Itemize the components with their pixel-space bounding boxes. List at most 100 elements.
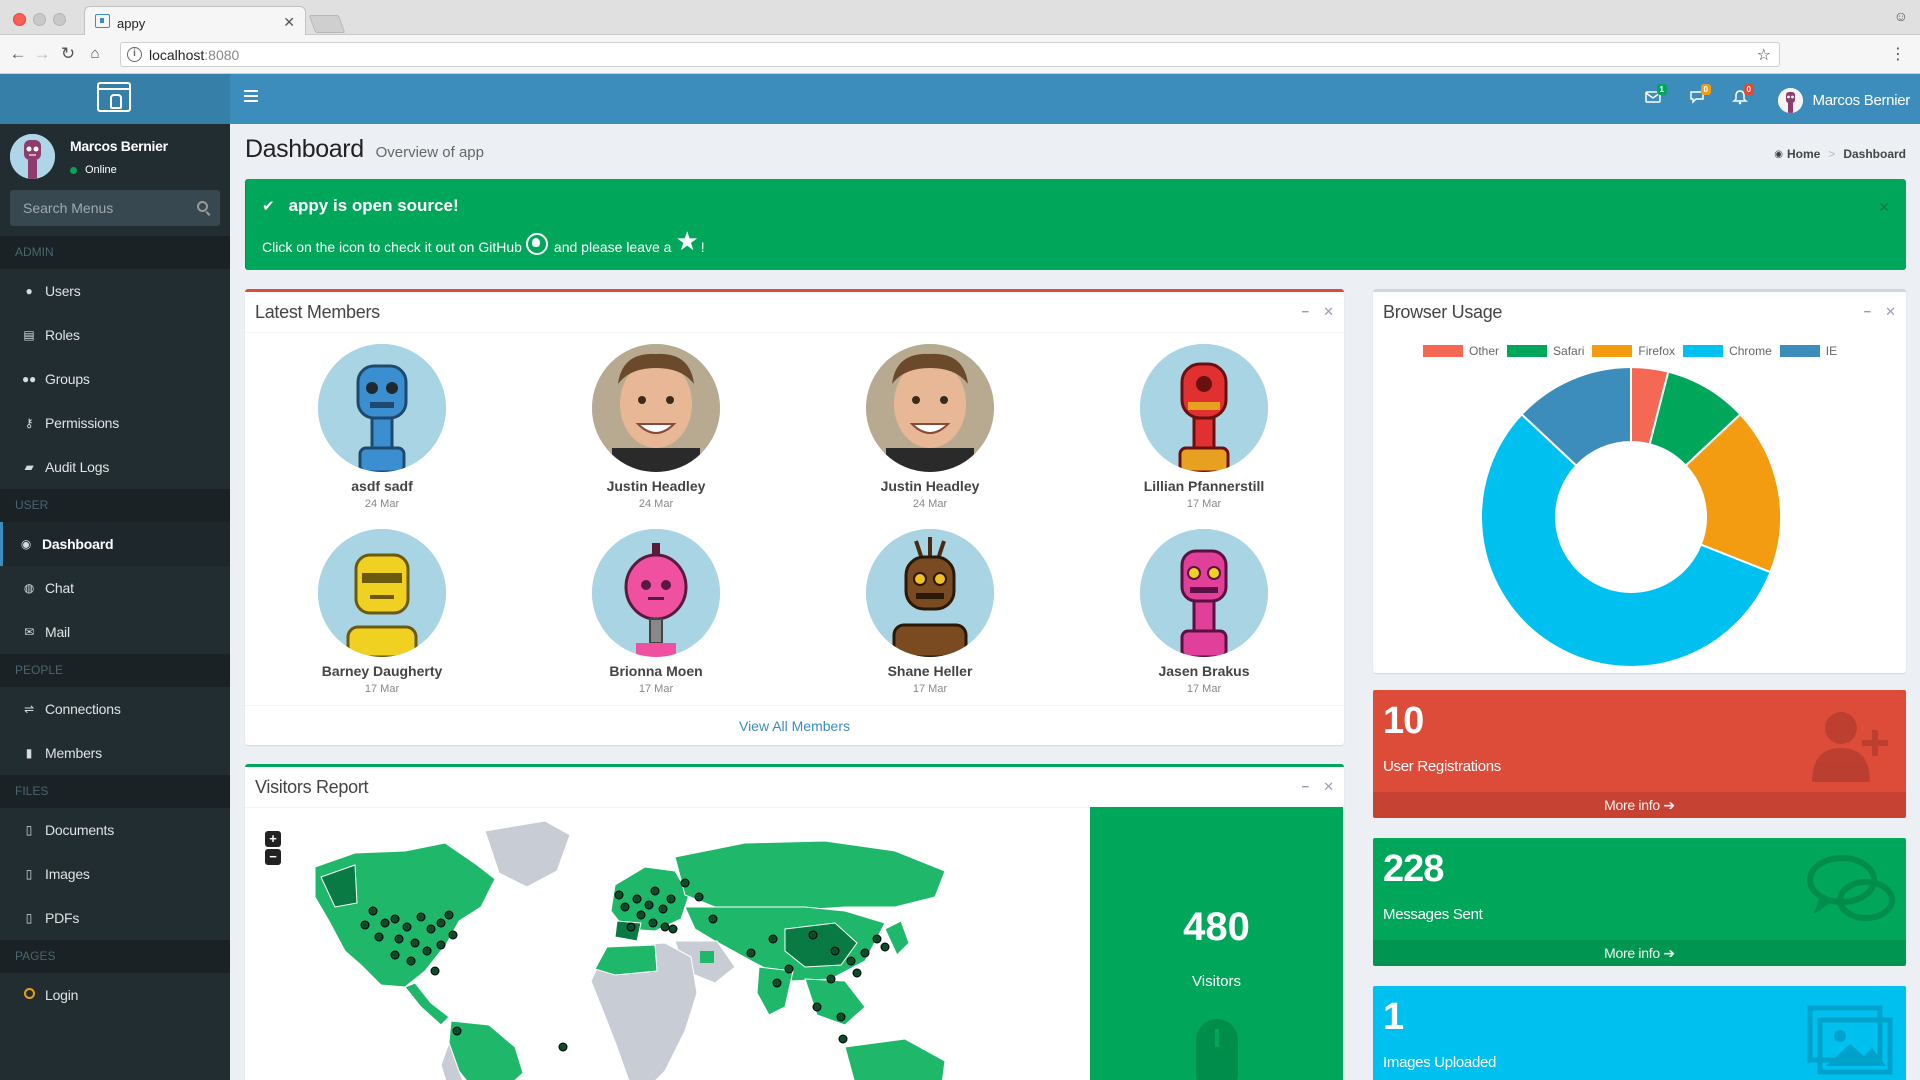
alert-close-icon[interactable]: ✕	[1878, 199, 1890, 216]
sidebar-item-login[interactable]: Login	[0, 973, 230, 1017]
member-card[interactable]: asdf sadf 24 Mar	[282, 344, 482, 510]
menu-header-admin: ADMIN	[0, 236, 230, 269]
legend-swatch	[1507, 345, 1548, 357]
sidebar-item-roles[interactable]: ▤ Roles	[0, 313, 230, 357]
breadcrumb-separator: >	[1828, 147, 1836, 161]
sidebar-item-pdfs[interactable]: ▯ PDFs	[0, 896, 230, 940]
sidebar-menu: ADMIN ● Users ▤ Roles ●● Groups ⚷ Permission…	[0, 236, 230, 1017]
box-header: Latest Members − ✕	[245, 292, 1344, 333]
comments-icon: ◍	[23, 581, 35, 595]
book-icon: ▰	[24, 460, 34, 474]
sidebar-search	[10, 190, 220, 226]
world-map[interactable]: + −	[245, 811, 1090, 1080]
sidebar-item-users[interactable]: ● Users	[0, 269, 230, 313]
app-logo[interactable]	[0, 74, 230, 124]
users-icon: ●●	[21, 372, 37, 386]
online-dot-icon	[70, 166, 77, 174]
more-info-link[interactable]: More info ➔	[1373, 940, 1906, 966]
page-title: Dashboard	[245, 135, 364, 163]
new-tab-button[interactable]	[308, 15, 346, 33]
site-info-icon[interactable]: i	[127, 47, 142, 62]
messages-icon[interactable]: 0	[1687, 84, 1711, 110]
sidebar-item-permissions[interactable]: ⚷ Permissions	[0, 401, 230, 445]
pdf-icon: ▯	[25, 911, 33, 925]
back-arrow-icon[interactable]: ←	[8, 44, 28, 64]
member-avatar	[592, 344, 720, 472]
member-avatar	[592, 529, 720, 657]
member-card[interactable]: Brionna Moen 17 Mar	[556, 529, 756, 695]
sidebar-item-members[interactable]: ▮ Members	[0, 731, 230, 775]
reload-icon[interactable]: ↻	[58, 44, 78, 64]
zoom-out-button[interactable]: −	[265, 849, 281, 865]
collapse-icon[interactable]: −	[1302, 779, 1310, 795]
search-icon[interactable]	[197, 201, 208, 212]
mail-icon[interactable]: 1	[1643, 84, 1667, 110]
member-card[interactable]: Barney Daugherty 17 Mar	[282, 529, 482, 695]
sidebar-item-audit-logs[interactable]: ▰ Audit Logs	[0, 445, 230, 489]
member-avatar	[318, 344, 446, 472]
breadcrumb: ◉ Home > Dashboard	[1774, 147, 1906, 161]
stat-label: Images Uploaded	[1383, 1054, 1497, 1071]
legend-item[interactable]: Safari	[1507, 344, 1584, 358]
sidebar-toggle-icon[interactable]	[244, 90, 258, 102]
member-card[interactable]: Jasen Brakus 17 Mar	[1104, 529, 1304, 695]
member-card[interactable]: Justin Headley 24 Mar	[556, 344, 756, 510]
notifications-bell-icon[interactable]: 0	[1730, 84, 1754, 110]
tab-close-icon[interactable]: ✕	[283, 14, 295, 31]
browser-toolbar: ← → ↻ ⌂ i localhost:8080 ☆ ⋮	[0, 35, 1920, 74]
address-bar[interactable]: i localhost:8080 ☆	[120, 42, 1780, 67]
window-zoom-button[interactable]	[53, 13, 66, 26]
browser-tab[interactable]: appy ✕	[84, 6, 306, 36]
member-card[interactable]: Shane Heller 17 Mar	[830, 529, 1030, 695]
collapse-icon[interactable]: −	[1864, 304, 1872, 320]
member-date: 24 Mar	[364, 498, 400, 510]
stat-box-messages: 228 Messages Sent More info ➔	[1373, 838, 1906, 966]
home-icon[interactable]: ⌂	[85, 44, 105, 64]
user-menu[interactable]: Marcos Bernier	[1777, 87, 1910, 113]
url-text: localhost:8080	[149, 47, 240, 63]
sidebar-item-connections[interactable]: ⇌ Connections	[0, 687, 230, 731]
latest-members-box: Latest Members − ✕ asdf sadf 24 Mar Just…	[245, 289, 1344, 745]
check-icon: ✔	[262, 198, 275, 215]
view-all-members-link[interactable]: View All Members	[739, 718, 850, 734]
close-icon[interactable]: ✕	[1323, 779, 1334, 795]
avatar	[1777, 87, 1803, 113]
box-header: Visitors Report − ✕	[245, 767, 1344, 808]
close-icon[interactable]: ✕	[1885, 304, 1896, 320]
sidebar-item-chat[interactable]: ◍ Chat	[0, 566, 230, 610]
sidebar-item-dashboard[interactable]: ◉ Dashboard	[0, 522, 230, 566]
legend-item[interactable]: Other	[1423, 344, 1499, 358]
member-date: 17 Mar	[912, 683, 948, 695]
legend-item[interactable]: IE	[1779, 344, 1837, 358]
zoom-in-button[interactable]: +	[265, 831, 281, 847]
dashboard-icon: ◉	[1774, 148, 1783, 160]
stat-label: User Registrations	[1383, 758, 1501, 775]
handshake-icon: ⇌	[24, 702, 34, 716]
content-header: Dashboard Overview of app	[245, 135, 484, 164]
collapse-icon[interactable]: −	[1302, 304, 1310, 320]
visitors-label: Visitors	[1192, 973, 1241, 990]
legend-item[interactable]: Chrome	[1683, 344, 1772, 358]
comments-icon	[1807, 855, 1895, 921]
browser-profile-icon[interactable]: ☺	[1894, 8, 1908, 24]
sidebar-item-mail[interactable]: ✉ Mail	[0, 610, 230, 654]
avatar	[10, 134, 55, 179]
member-avatar	[318, 529, 446, 657]
more-info-link[interactable]: More info ➔	[1373, 792, 1906, 818]
sidebar-item-images[interactable]: ▯ Images	[0, 852, 230, 896]
github-icon[interactable]	[525, 232, 548, 255]
close-icon[interactable]: ✕	[1323, 304, 1334, 320]
forward-arrow-icon[interactable]: →	[32, 44, 52, 64]
member-card[interactable]: Lillian Pfannerstill 17 Mar	[1104, 344, 1304, 510]
bookmark-star-icon[interactable]: ☆	[1757, 45, 1771, 65]
address-book-icon: ▮	[25, 746, 33, 760]
browser-menu-icon[interactable]: ⋮	[1890, 44, 1906, 64]
window-close-button[interactable]	[13, 13, 26, 26]
legend-item[interactable]: Firefox	[1592, 344, 1675, 358]
sidebar-item-groups[interactable]: ●● Groups	[0, 357, 230, 401]
search-input[interactable]	[10, 190, 180, 226]
sidebar-item-documents[interactable]: ▯ Documents	[0, 808, 230, 852]
breadcrumb-home[interactable]: ◉ Home	[1774, 147, 1820, 161]
member-card[interactable]: Justin Headley 24 Mar	[830, 344, 1030, 510]
window-minimize-button[interactable]	[33, 13, 46, 26]
